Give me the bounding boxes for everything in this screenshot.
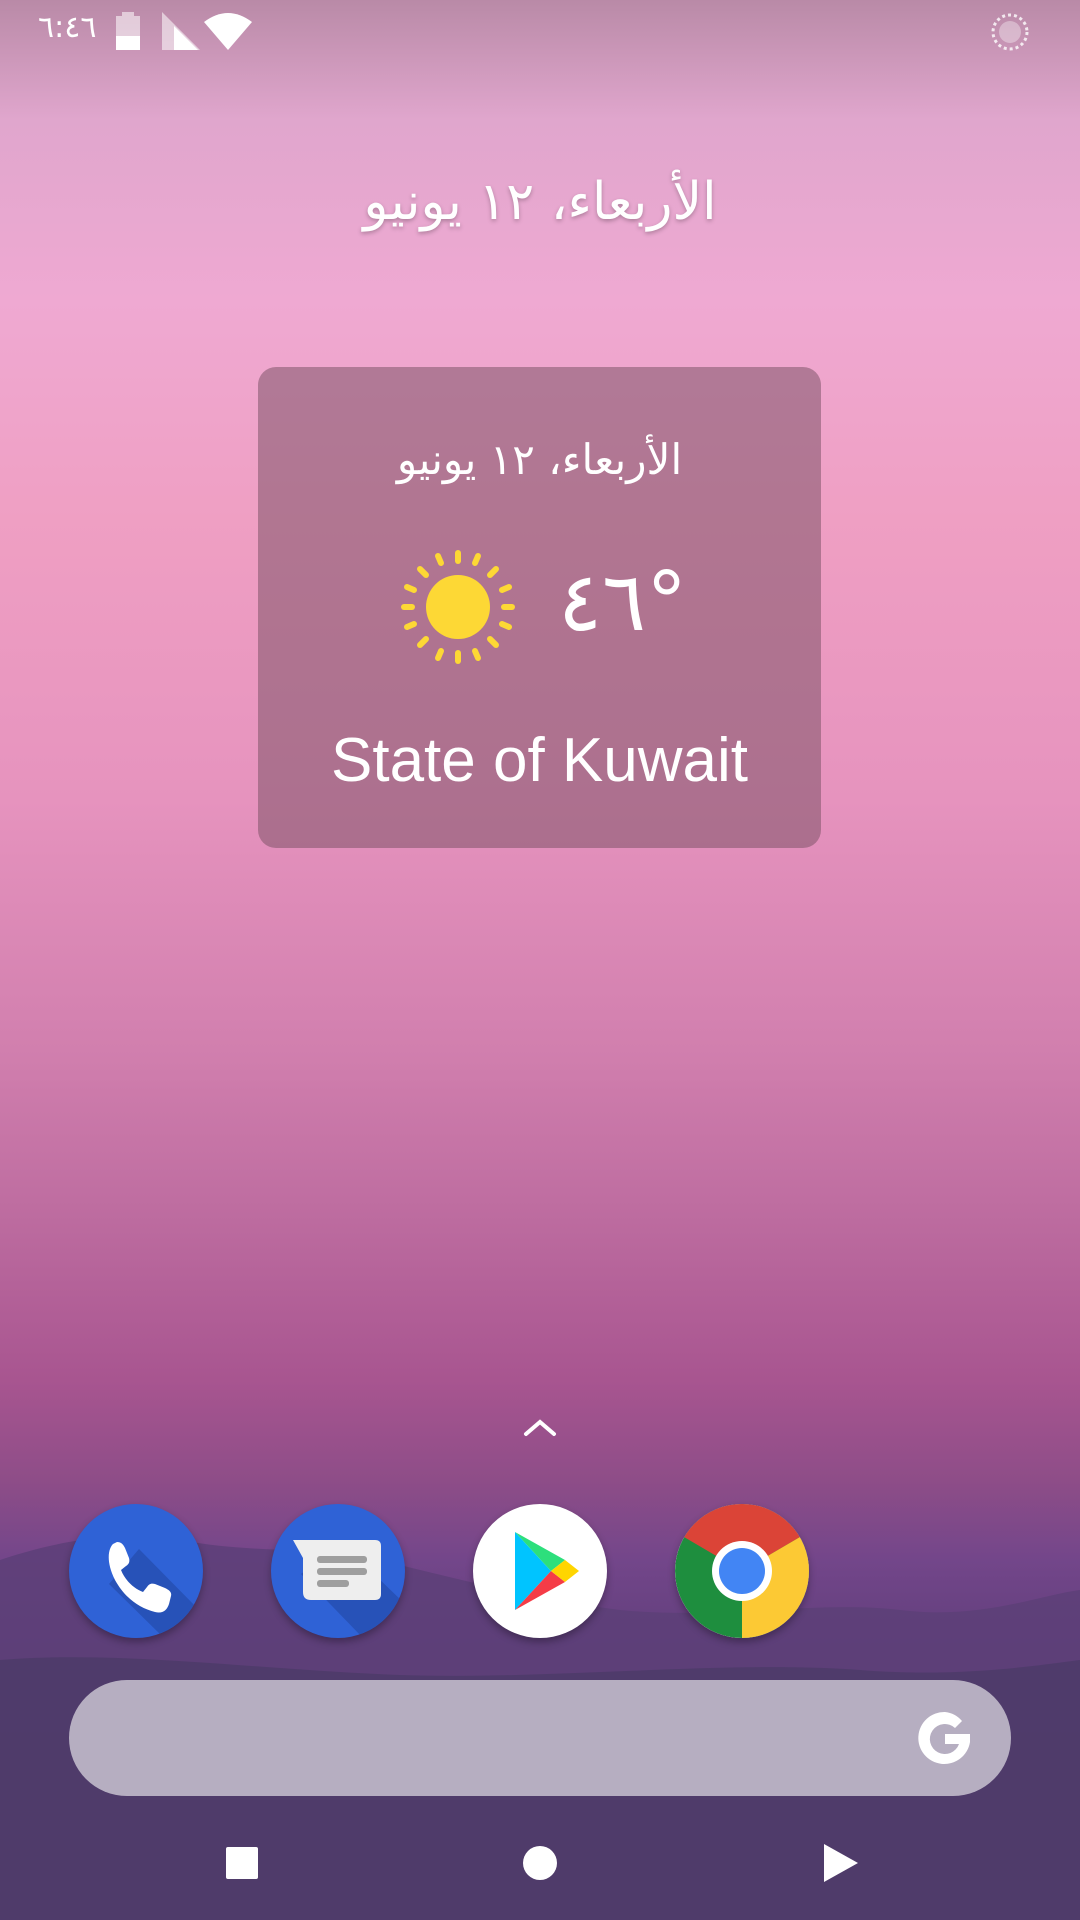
google-icon[interactable] <box>913 1706 977 1770</box>
widget-temperature: °٤٦ <box>558 555 688 650</box>
dock-app-messages[interactable] <box>271 1504 405 1638</box>
sync-icon <box>991 13 1029 51</box>
chrome-icon <box>675 1504 809 1638</box>
back-button[interactable] <box>812 1836 866 1890</box>
recents-button[interactable] <box>215 1836 269 1890</box>
widget-date: الأربعاء، ١٢ يونيو <box>396 435 683 484</box>
messages-icon <box>293 1540 405 1638</box>
wifi-icon <box>204 13 252 50</box>
play-store-icon <box>515 1532 579 1610</box>
dock-app-chrome[interactable] <box>675 1504 809 1638</box>
home-screen: ٦:٤٦ الأربعاء، ١٢ يونيو الأربعاء، ١٢ يون… <box>0 0 1080 1920</box>
home-button[interactable] <box>513 1836 567 1890</box>
weather-widget[interactable]: الأربعاء، ١٢ يونيو °٤٦ State of Kuwait <box>258 367 821 848</box>
dock-app-play-store[interactable] <box>473 1504 607 1638</box>
google-search-bar[interactable] <box>69 1680 1011 1796</box>
status-bar: ٦:٤٦ <box>0 0 1080 64</box>
home-date[interactable]: الأربعاء، ١٢ يونيو <box>0 172 1080 232</box>
battery-icon <box>116 12 140 50</box>
status-time: ٦:٤٦ <box>38 10 97 45</box>
navigation-bar <box>0 1806 1080 1920</box>
phone-icon <box>108 1542 203 1638</box>
signal-icon <box>162 12 200 50</box>
widget-location: State of Kuwait <box>330 726 749 795</box>
chevron-up-icon[interactable] <box>520 1412 560 1442</box>
dock-app-phone[interactable] <box>69 1504 203 1638</box>
sun-icon <box>401 550 515 664</box>
